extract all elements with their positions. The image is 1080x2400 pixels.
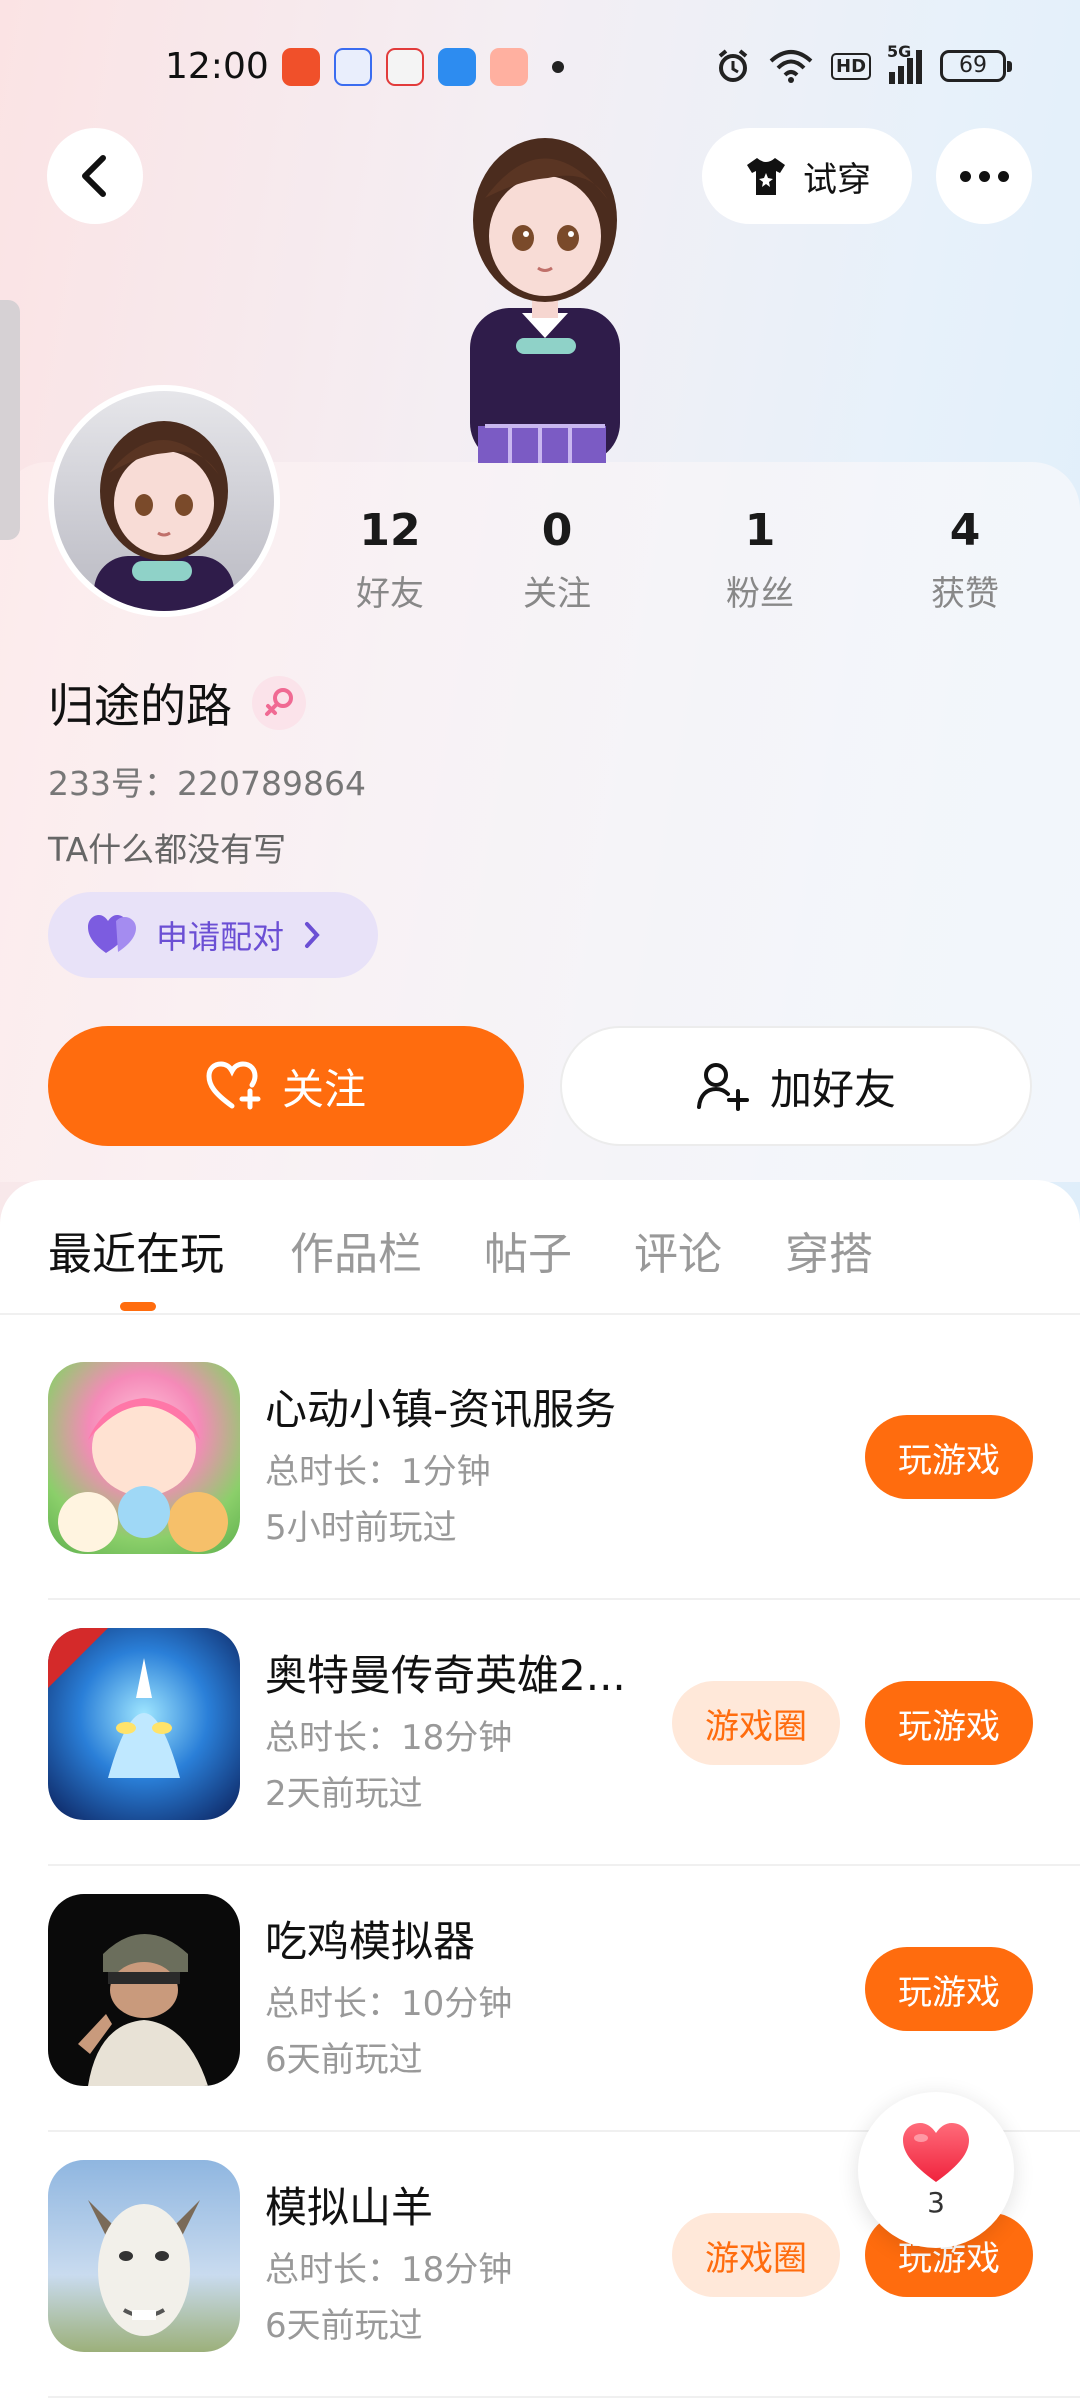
game-icon[interactable] [48,2160,240,2352]
stat-following[interactable]: 0 关注 [467,505,647,615]
divider [48,2396,1080,2398]
wifi-icon [769,50,813,83]
game-duration: 总时长：1分钟 [265,1452,491,1492]
tab-bar: 最近在玩 作品栏 帖子 评论 穿搭 [0,1218,1080,1318]
tshirt-icon [747,158,785,195]
stat-label: 粉丝 [726,574,794,614]
more-dot-icon [997,170,1009,182]
baidu-app-icon [334,48,372,86]
hd-icon: HD [831,52,872,80]
more-notifications-dot [552,61,564,73]
stat-value: 4 [949,505,981,556]
add-friend-button[interactable]: 加好友 [560,1026,1032,1146]
game-duration: 总时长：18分钟 [265,2250,513,2290]
chevron-left-icon [82,155,106,197]
tab-comments[interactable]: 评论 [634,1218,722,1282]
stats-row: 12 好友 0 关注 1 粉丝 4 获赞 [300,505,1060,625]
signal-icon: 5G [887,42,923,84]
play-game-button[interactable]: 玩游戏 [865,1415,1033,1499]
stat-friends[interactable]: 12 好友 [300,505,480,615]
stat-value: 1 [744,505,776,556]
gallery-app-icon [490,48,528,86]
notification-icons [282,48,564,86]
divider [48,1598,1080,1600]
game-row[interactable]: 心动小镇-资讯服务 总时长：1分钟 5小时前玩过 玩游戏 [0,1362,1080,1628]
try-on-label: 试穿 [803,159,871,200]
map-app-icon [386,48,424,86]
game-duration: 总时长：10分钟 [265,1984,513,2024]
request-pair-label: 申请配对 [156,918,285,956]
stat-likes[interactable]: 4 获赞 [875,505,1055,615]
request-pair-button[interactable]: 申请配对 [48,892,378,978]
hero-avatar-figure [470,138,620,463]
game-icon[interactable] [48,1362,240,1554]
heart-icon [88,915,136,953]
avatar[interactable] [48,385,280,617]
game-name: 模拟山羊 [265,2183,434,2232]
game-name: 心动小镇-资讯服务 [265,1385,617,1434]
browser-app-icon [438,48,476,86]
divider [0,1313,1080,1315]
try-on-button[interactable]: 试穿 [702,128,912,224]
more-options-button[interactable] [936,128,1032,224]
follow-label: 关注 [281,1064,366,1114]
tab-posts[interactable]: 帖子 [484,1218,572,1282]
system-icons: HD 5G 69 [715,42,1013,84]
game-circle-button[interactable]: 游戏圈 [672,2213,840,2297]
avatar-image [94,421,234,611]
alarm-icon [718,49,748,82]
game-circle-button[interactable]: 游戏圈 [672,1681,840,1765]
heart-icon [903,2122,969,2182]
video-app-icon [282,48,320,86]
game-last-played: 6天前玩过 [265,2306,423,2346]
play-game-button[interactable]: 玩游戏 [865,1947,1033,2031]
add-friend-label: 加好友 [769,1064,896,1114]
female-icon [252,676,306,730]
stat-label: 好友 [356,574,424,614]
follow-button[interactable]: 关注 [48,1026,524,1146]
floating-like-button[interactable]: 3 [858,2092,1014,2248]
nickname: 归途的路 [48,679,232,733]
tab-outfits[interactable]: 穿搭 [785,1218,873,1282]
tab-works[interactable]: 作品栏 [290,1218,422,1282]
nickname-row: 归途的路 [48,670,306,736]
edge-handle[interactable] [0,300,20,540]
network-type: 5G [887,42,912,61]
stat-fans[interactable]: 1 粉丝 [670,505,850,615]
status-time: 12:00 [165,46,269,87]
more-dot-icon [959,170,971,182]
user-id: 233号：220789864 [48,764,366,803]
game-icon[interactable] [48,1628,240,1820]
divider [48,1864,1080,1866]
back-button[interactable] [47,128,143,224]
heart-plus-icon [206,1061,261,1110]
status-bar: 12:00 HD 5G 69 [0,40,1080,100]
battery-level: 69 [959,53,988,78]
chevron-right-icon [305,922,320,948]
stat-label: 获赞 [931,574,999,614]
game-last-played: 5小时前玩过 [265,1508,457,1548]
play-game-button[interactable]: 玩游戏 [865,1681,1033,1765]
like-count: 3 [927,2185,945,2219]
stat-label: 关注 [523,574,591,614]
game-last-played: 6天前玩过 [265,2040,423,2080]
tab-recently-played[interactable]: 最近在玩 [48,1218,224,1282]
battery-icon: 69 [940,50,1013,82]
game-row[interactable]: 奥特曼传奇英雄2... 总时长：18分钟 2天前玩过 游戏圈 玩游戏 [0,1628,1080,1894]
game-duration: 总时长：18分钟 [265,1718,513,1758]
more-dot-icon [978,170,990,182]
bio: TA什么都没有写 [48,830,287,869]
tab-indicator [120,1302,156,1311]
add-user-icon [696,1063,749,1111]
stat-value: 0 [541,505,573,556]
game-name: 奥特曼传奇英雄2... [265,1651,626,1700]
game-icon[interactable] [48,1894,240,2086]
game-last-played: 2天前玩过 [265,1774,423,1814]
game-name: 吃鸡模拟器 [265,1917,476,1966]
stat-value: 12 [359,505,421,556]
